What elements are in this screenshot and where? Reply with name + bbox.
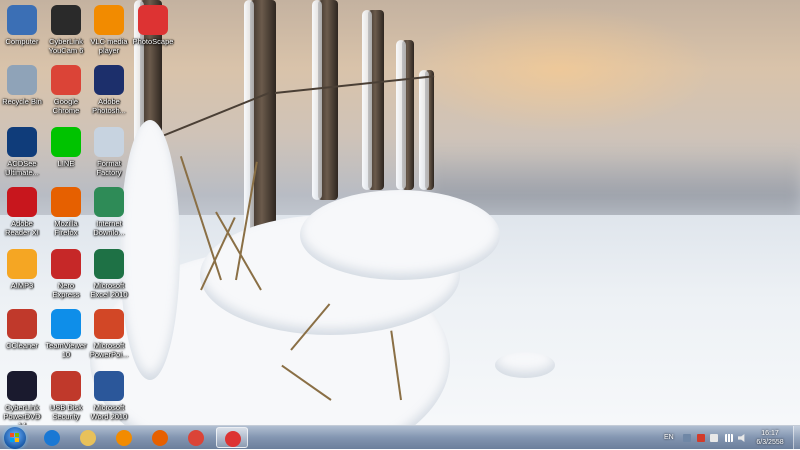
usb-disk-security-icon — [51, 371, 81, 401]
recycle-bin-icon — [7, 65, 37, 95]
windows-logo-icon — [10, 433, 20, 443]
firefox-icon — [152, 430, 168, 446]
desktop-shortcut-label: Internet Downlo... — [93, 219, 125, 237]
windows-start-icon[interactable] — [4, 427, 26, 449]
taskbar-button[interactable] — [180, 427, 212, 448]
tray-overflow-icon[interactable] — [683, 434, 691, 442]
desktop-shortcut[interactable]: CyberLink PowerDVD 14 — [0, 368, 44, 425]
desktop-shortcut[interactable]: AIMP3 — [0, 246, 44, 304]
taskbar: EN 16:17 6/3/2558 — [0, 425, 800, 450]
chrome-icon — [51, 65, 81, 95]
clock-time: 16:17 — [761, 430, 779, 437]
desktop-shortcut-label: Microsoft PowerPoi... — [89, 341, 129, 359]
desktop-shortcut-label: CyberLink YouCam 6 — [48, 37, 84, 55]
wallpaper-fence-post — [312, 0, 338, 200]
volume-icon[interactable] — [738, 434, 745, 442]
desktop-shortcut[interactable]: CCleaner — [0, 306, 44, 364]
desktop-shortcut[interactable]: Computer — [0, 2, 44, 60]
desktop-shortcut[interactable]: LINE — [44, 124, 88, 182]
vlc-cone-icon — [94, 5, 124, 35]
wallpaper-snow-mound — [495, 352, 555, 378]
desktop-shortcut-label: LINE — [57, 159, 75, 168]
desktop-shortcut-label: USB Disk Security — [49, 403, 83, 421]
taskbar-clock[interactable]: 16:17 6/3/2558 — [750, 429, 790, 447]
taskbar-button[interactable] — [36, 427, 68, 448]
media-player-icon — [116, 430, 132, 446]
taskbar-button[interactable] — [144, 427, 176, 448]
action-center-icon[interactable] — [710, 434, 718, 442]
taskbar-button[interactable] — [216, 427, 248, 448]
desktop-wallpaper: Computer CyberLink YouCam 6 VLC media play… — [0, 0, 800, 425]
wallpaper-fence-post — [362, 10, 384, 190]
internet-explorer-icon — [44, 430, 60, 446]
desktop-shortcut-label: ACDSee Ultimate... — [5, 159, 39, 177]
teamviewer-icon — [51, 309, 81, 339]
desktop-shortcut[interactable]: Mozilla Firefox — [44, 184, 88, 242]
desktop-shortcut-label: Mozilla Firefox — [54, 219, 78, 237]
line-icon — [51, 127, 81, 157]
desktop-shortcut[interactable]: Microsoft Word 2010 — [87, 368, 131, 425]
desktop-shortcut-label: Recycle Bin — [2, 97, 42, 106]
desktop-shortcut-label: Format Factory — [96, 159, 122, 177]
desktop-shortcut[interactable]: Google Chrome — [44, 62, 88, 120]
desktop-shortcut[interactable]: Microsoft Excel 2010 — [87, 246, 131, 304]
word-icon — [94, 371, 124, 401]
desktop-shortcut[interactable]: Nero Express — [44, 246, 88, 304]
desktop-shortcut[interactable]: USB Disk Security — [44, 368, 88, 425]
desktop-shortcut-label: Adobe Photosh... — [92, 97, 126, 115]
nero-icon — [51, 249, 81, 279]
photoscape-icon — [225, 431, 241, 447]
desktop-shortcut-label: Microsoft Word 2010 — [90, 403, 128, 421]
ccleaner-icon — [7, 309, 37, 339]
desktop-shortcut-label: PhotoScape — [132, 37, 174, 46]
acdsee-icon — [7, 127, 37, 157]
desktop-shortcut-label: Adobe Reader XI — [5, 219, 39, 237]
wallpaper-snow-drift — [300, 190, 500, 280]
desktop-shortcut[interactable]: CyberLink YouCam 6 — [44, 2, 88, 60]
desktop-shortcut-label: CyberLink PowerDVD 14 — [3, 403, 41, 425]
desktop-shortcut-label: Google Chrome — [52, 97, 80, 115]
aimp-icon — [7, 249, 37, 279]
desktop-shortcut[interactable]: ACDSee Ultimate... — [0, 124, 44, 182]
desktop-shortcut[interactable]: PhotoScape — [131, 2, 175, 60]
desktop-shortcut[interactable]: Recycle Bin — [0, 62, 44, 120]
taskbar-button[interactable] — [72, 427, 104, 448]
format-factory-icon — [94, 127, 124, 157]
wallpaper-fence-post — [419, 70, 434, 190]
photoscape-icon — [138, 5, 168, 35]
show-desktop-button[interactable] — [793, 426, 800, 450]
desktop-shortcut[interactable]: Microsoft PowerPoi... — [87, 306, 131, 364]
desktop-shortcut[interactable]: Adobe Photosh... — [87, 62, 131, 120]
flag-icon[interactable] — [697, 434, 705, 442]
network-icon[interactable] — [725, 434, 733, 442]
internet-download-icon — [94, 187, 124, 217]
desktop-shortcut[interactable]: Format Factory — [87, 124, 131, 182]
chrome-icon — [188, 430, 204, 446]
desktop-shortcut[interactable]: Internet Downlo... — [87, 184, 131, 242]
desktop-shortcut[interactable]: TeamViewer 10 — [44, 306, 88, 364]
file-explorer-icon — [80, 430, 96, 446]
excel-icon — [94, 249, 124, 279]
adobe-reader-icon — [7, 187, 37, 217]
computer-icon — [7, 5, 37, 35]
firefox-icon — [51, 187, 81, 217]
webcam-icon — [51, 5, 81, 35]
desktop-shortcut-label: VLC media player — [90, 37, 128, 55]
desktop-shortcut-label: Nero Express — [52, 281, 80, 299]
wallpaper-fence-post — [396, 40, 414, 190]
taskbar-button[interactable] — [108, 427, 140, 448]
clock-date: 6/3/2558 — [756, 439, 784, 446]
desktop-shortcut[interactable]: VLC media player — [87, 2, 131, 60]
desktop-shortcut-label: AIMP3 — [10, 281, 34, 290]
desktop-shortcut-label: Computer — [5, 37, 39, 46]
desktop-shortcut[interactable]: Adobe Reader XI — [0, 184, 44, 242]
desktop-shortcut-label: CCleaner — [6, 341, 38, 350]
desktop-shortcut-label: TeamViewer 10 — [45, 341, 87, 359]
powerdvd-icon — [7, 371, 37, 401]
desktop-shortcut-label: Microsoft Excel 2010 — [90, 281, 128, 299]
photoshop-icon — [94, 65, 124, 95]
language-indicator[interactable]: EN — [664, 434, 674, 441]
powerpoint-icon — [94, 309, 124, 339]
wallpaper-fence-post — [244, 0, 276, 250]
